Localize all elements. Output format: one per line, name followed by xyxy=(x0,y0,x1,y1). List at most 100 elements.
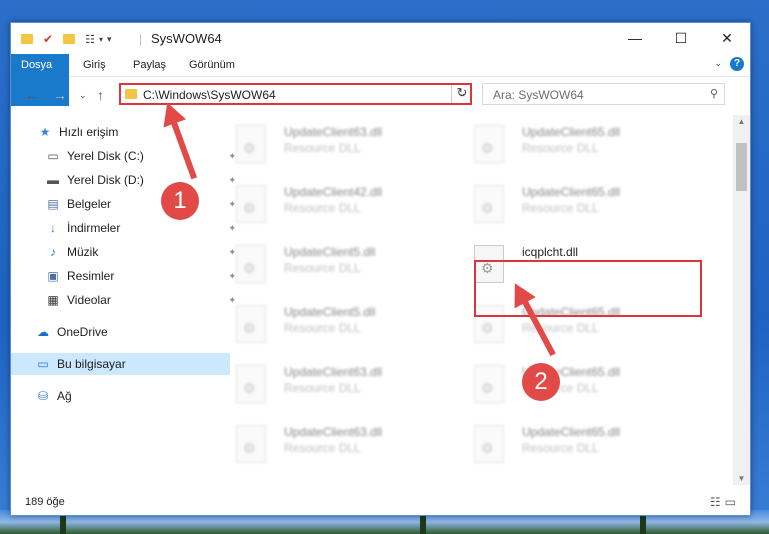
window-title: SysWOW64 xyxy=(151,31,222,46)
sidebar-item-downloads[interactable]: ↓ İndirmeler ✦ xyxy=(11,217,240,239)
file-name: UpdateClient65.dll xyxy=(522,185,621,199)
scrollbar-thumb[interactable] xyxy=(736,143,747,191)
refresh-icon[interactable]: ↻ xyxy=(451,85,472,103)
sidebar-item-label: Ağ xyxy=(57,389,72,403)
address-row: ← → ⌄ ↑ C:\Windows\SysWOW64 ⌄ ↻ Ara: Sys… xyxy=(11,77,750,111)
file-item[interactable]: ⚙ UpdateClient5.dll Resource DLL xyxy=(226,299,446,351)
explorer-window: ✔ ☷ ▾ ▾ | SysWOW64 — ☐ ✕ Dosya Giriş Pay… xyxy=(10,22,751,516)
tab-share[interactable]: Paylaş xyxy=(123,54,176,76)
forward-arrow-icon[interactable]: → xyxy=(53,87,67,103)
file-description: Resource DLL xyxy=(284,321,361,335)
file-description: Resource DLL xyxy=(284,381,361,395)
chevron-down-icon[interactable]: ▾ xyxy=(99,35,103,44)
minimize-button[interactable]: — xyxy=(612,23,658,53)
gear-icon: ⚙ xyxy=(481,440,494,456)
properties-icon[interactable]: ✔ xyxy=(43,32,53,46)
sidebar-item-videos[interactable]: ▦ Videolar ✦ xyxy=(11,289,240,311)
sidebar-item-label: Resimler xyxy=(67,269,115,283)
dll-file-icon: ⚙ xyxy=(236,365,266,403)
up-arrow-icon[interactable]: ↑ xyxy=(97,87,104,103)
sidebar-item-label: İndirmeler xyxy=(67,221,121,235)
title-separator: | xyxy=(139,32,143,46)
computer-icon: ▭ xyxy=(37,357,49,371)
file-item[interactable]: ⚙ UpdateClient63.dll Resource DLL xyxy=(226,419,446,471)
sidebar-item-pictures[interactable]: ▣ Resimler ✦ xyxy=(11,265,240,287)
file-item[interactable]: ⚙ UpdateClient65.dll Resource DLL xyxy=(464,359,684,411)
palm-silhouette xyxy=(640,514,646,534)
dll-file-icon: ⚙ xyxy=(474,365,504,403)
vertical-scrollbar[interactable]: ▲ ▼ xyxy=(733,115,750,485)
dll-file-icon: ⚙ xyxy=(236,245,266,283)
gear-icon: ⚙ xyxy=(481,320,494,336)
download-icon: ↓ xyxy=(50,221,56,235)
sidebar-item-this-pc[interactable]: ▭ Bu bilgisayar xyxy=(11,353,230,375)
file-name: UpdateClient42.dll xyxy=(284,185,383,199)
sidebar-item-disk-d[interactable]: ▬ Yerel Disk (D:) ✦ xyxy=(11,169,240,191)
file-item[interactable]: ⚙ UpdateClient65.dll Resource DLL xyxy=(464,419,684,471)
scroll-down-icon[interactable]: ▼ xyxy=(733,474,750,483)
tab-home[interactable]: Giriş xyxy=(73,54,116,76)
file-description: Resource DLL xyxy=(522,201,599,215)
scroll-up-icon[interactable]: ▲ xyxy=(733,117,750,126)
recent-locations-icon[interactable]: ⌄ xyxy=(79,90,87,101)
sidebar-item-network[interactable]: ⛁ Ağ xyxy=(11,385,230,407)
cloud-icon: ☁ xyxy=(37,325,49,339)
maximize-button[interactable]: ☐ xyxy=(658,23,704,53)
network-icon: ⛁ xyxy=(37,389,49,403)
back-arrow-icon[interactable]: ← xyxy=(25,87,39,103)
status-bar: 189 öğe ☷▭ xyxy=(11,489,750,515)
folder-icon xyxy=(21,34,33,44)
file-item[interactable]: ⚙ UpdateClient63.dll Resource DLL xyxy=(226,359,446,411)
sidebar-item-music[interactable]: ♪ Müzik ✦ xyxy=(11,241,240,263)
help-icon[interactable]: ? xyxy=(730,57,744,71)
folder-icon xyxy=(125,89,137,99)
ribbon: Dosya Giriş Paylaş Görünüm ⌄ ? xyxy=(11,54,750,106)
sidebar-item-label: Yerel Disk (C:) xyxy=(67,149,144,163)
sidebar-item-disk-c[interactable]: ▭ Yerel Disk (C:) ✦ xyxy=(11,145,240,167)
expand-ribbon-icon[interactable]: ⌄ xyxy=(714,58,722,69)
gear-icon: ⚙ xyxy=(481,140,494,156)
gear-icon: ⚙ xyxy=(243,140,256,156)
step-badge-2: 2 xyxy=(522,363,560,401)
sidebar-item-onedrive[interactable]: ☁ OneDrive xyxy=(11,321,230,343)
file-name: UpdateClient63.dll xyxy=(284,365,383,379)
step-badge-1: 1 xyxy=(161,182,199,220)
view-toggle-icon[interactable]: ☷ xyxy=(85,33,95,46)
search-placeholder: Ara: SysWOW64 xyxy=(493,88,584,102)
file-name: icqplcht.dll xyxy=(522,245,579,259)
customize-toolbar-icon[interactable]: ▾ xyxy=(107,34,112,45)
palm-silhouette xyxy=(420,514,426,534)
file-description: Resource DLL xyxy=(284,201,361,215)
dll-file-icon: ⚙ xyxy=(474,185,504,223)
dll-file-icon: ⚙ xyxy=(474,125,504,163)
item-count: 189 öğe xyxy=(25,496,65,508)
close-button[interactable]: ✕ xyxy=(704,23,750,53)
palm-silhouette xyxy=(60,514,66,534)
star-icon: ★ xyxy=(39,125,51,139)
gear-icon: ⚙ xyxy=(243,440,256,456)
file-name: UpdateClient65.dll xyxy=(522,425,621,439)
file-name: UpdateClient65.dll xyxy=(522,125,621,139)
file-item[interactable]: ⚙ UpdateClient42.dll Resource DLL xyxy=(226,179,446,231)
documents-icon: ▤ xyxy=(47,197,59,211)
new-folder-icon[interactable] xyxy=(63,34,76,44)
tab-view[interactable]: Görünüm xyxy=(179,54,245,76)
file-description: Resource DLL xyxy=(284,141,361,155)
gear-icon: ⚙ xyxy=(481,200,494,216)
search-input[interactable]: Ara: SysWOW64 ⚲ xyxy=(482,83,725,105)
dll-file-icon: ⚙ xyxy=(236,185,266,223)
sidebar-item-label: OneDrive xyxy=(57,325,108,339)
file-item[interactable]: ⚙ UpdateClient63.dll Resource DLL xyxy=(226,119,446,171)
view-mode-icons[interactable]: ☷▭ xyxy=(710,495,740,509)
sidebar-item-label: Belgeler xyxy=(67,197,112,211)
file-item[interactable]: ⚙ UpdateClient65.dll Resource DLL xyxy=(464,179,684,231)
sidebar-item-quick-access[interactable]: ★ Hızlı erişim xyxy=(11,121,232,143)
gear-icon: ⚙ xyxy=(243,260,256,276)
file-item[interactable]: ⚙ UpdateClient65.dll Resource DLL xyxy=(464,119,684,171)
sidebar-item-label: Yerel Disk (D:) xyxy=(67,173,144,187)
music-icon: ♪ xyxy=(50,245,56,259)
sidebar-item-documents[interactable]: ▤ Belgeler ✦ xyxy=(11,193,240,215)
file-description: Resource DLL xyxy=(522,441,599,455)
file-item[interactable]: ⚙ UpdateClient5.dll Resource DLL xyxy=(226,239,446,291)
dll-file-icon: ⚙ xyxy=(236,125,266,163)
